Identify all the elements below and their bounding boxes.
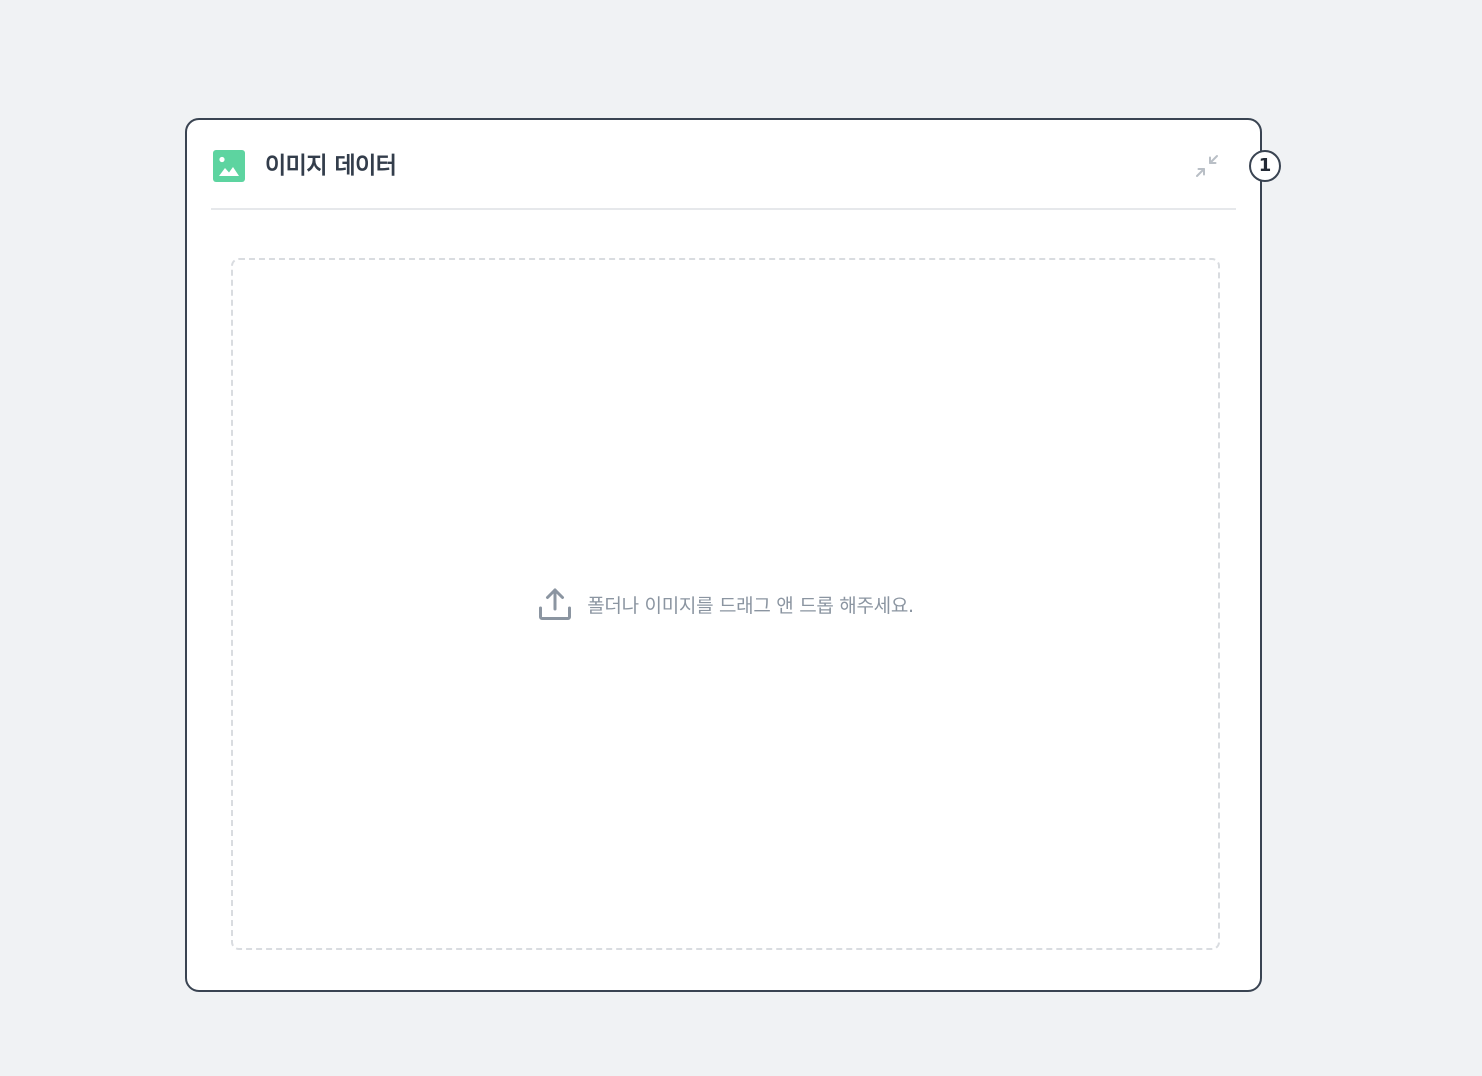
collapse-arrows-icon [1196,155,1218,177]
panel-header: 이미지 데이터 [211,120,1236,210]
file-dropzone[interactable]: 폴더나 이미지를 드래그 앤 드롭 해주세요. [231,258,1220,950]
image-icon [213,150,245,182]
image-data-panel: 이미지 데이터 폴더나 이미지를 드래그 앤 드롭 해주세요. [185,118,1262,992]
panel-title: 이미지 데이터 [265,153,397,179]
dropzone-content: 폴더나 이미지를 드래그 앤 드롭 해주세요. [233,260,1218,948]
upload-icon [539,588,572,620]
collapse-button[interactable] [1190,149,1224,183]
dropzone-message: 폴더나 이미지를 드래그 앤 드롭 해주세요. [587,594,914,617]
step-number-badge: 1 [1249,150,1281,182]
